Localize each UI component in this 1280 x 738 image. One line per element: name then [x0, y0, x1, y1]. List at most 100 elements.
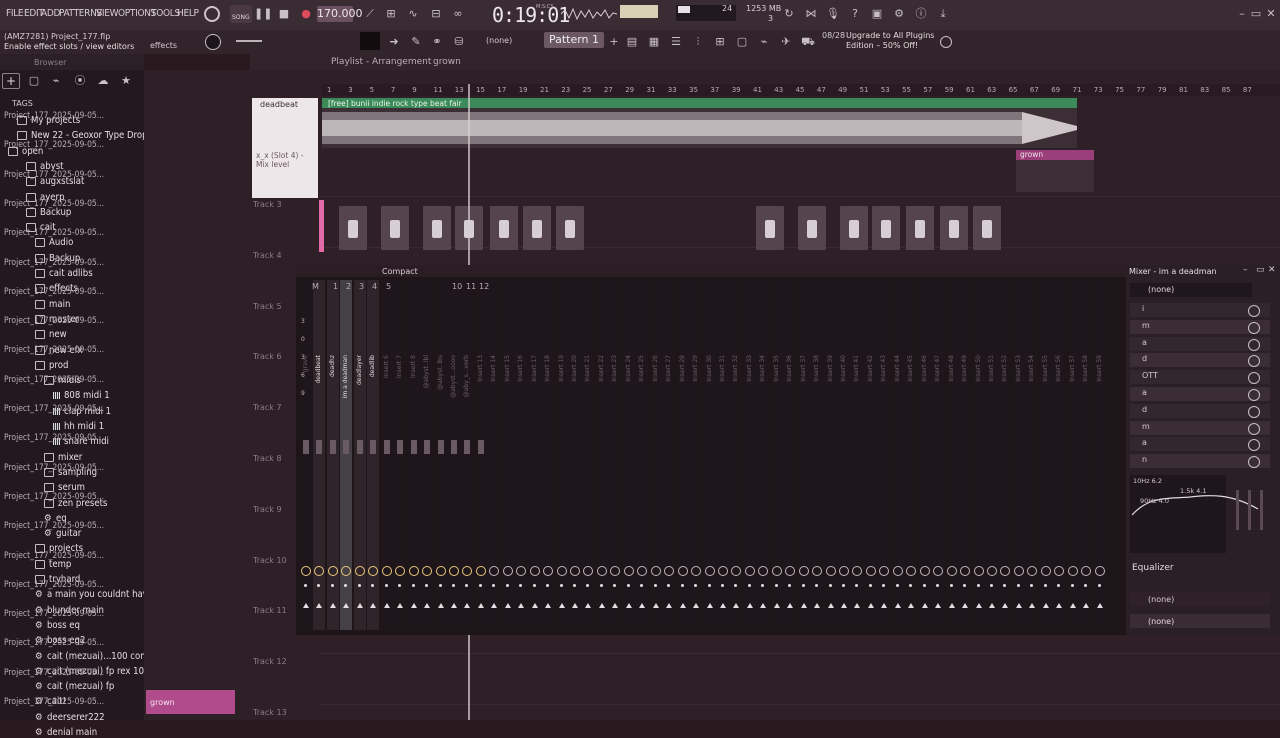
tree-item[interactable]: 808 midi 1 — [53, 390, 110, 401]
mixer-strip[interactable] — [636, 280, 649, 630]
track-label[interactable]: Track 6 — [253, 352, 282, 361]
mixer-strip[interactable] — [1066, 280, 1079, 630]
mixer-strip[interactable] — [743, 280, 756, 630]
pan-knob[interactable] — [381, 566, 392, 576]
pan-knob[interactable] — [435, 566, 446, 576]
news-icon[interactable] — [940, 36, 952, 48]
mixer-strip[interactable] — [609, 280, 622, 630]
route-arrow[interactable] — [935, 603, 942, 608]
main-volume-knob[interactable] — [205, 34, 221, 50]
pan-knob[interactable] — [556, 566, 567, 576]
send-dot[interactable] — [384, 584, 388, 587]
pan-knob[interactable] — [798, 566, 809, 576]
route-arrow[interactable] — [356, 603, 363, 608]
insert-fader[interactable] — [477, 440, 484, 454]
slot-mix-knob[interactable] — [1248, 321, 1260, 334]
mixer-strip[interactable] — [326, 280, 339, 630]
route-arrow[interactable] — [719, 603, 726, 608]
browser-plugins-icon[interactable]: ⌁ — [48, 73, 64, 89]
insert-fader[interactable] — [437, 440, 444, 454]
menu-help[interactable]: HELP — [177, 8, 199, 19]
send-dot[interactable] — [357, 584, 361, 587]
route-arrow[interactable] — [975, 603, 982, 608]
send-dot[interactable] — [949, 584, 953, 587]
route-arrow[interactable] — [572, 603, 578, 608]
mixer-strip[interactable] — [542, 280, 555, 630]
route-arrow[interactable] — [303, 603, 309, 608]
channel-select[interactable]: (none) — [486, 36, 512, 45]
route-arrow[interactable] — [625, 603, 632, 608]
tree-item[interactable]: hh midi 1 — [53, 421, 104, 432]
link-icon[interactable]: ⚭ — [429, 34, 445, 50]
send-dot[interactable] — [411, 584, 415, 587]
route-arrow[interactable] — [814, 603, 821, 608]
route-arrow[interactable] — [558, 603, 565, 608]
send-dot[interactable] — [842, 584, 845, 587]
mixer-strip[interactable] — [569, 280, 581, 630]
tree-item[interactable]: ⚙ denial main — [35, 727, 97, 738]
pencil-icon[interactable]: ✎ — [408, 34, 424, 50]
mixer-strip[interactable] — [864, 280, 877, 630]
track-label[interactable]: Track 9 — [253, 505, 282, 514]
insert-fader[interactable] — [464, 440, 471, 454]
mixer-strip[interactable] — [582, 280, 595, 630]
mixer-strip[interactable] — [488, 280, 501, 630]
main-pitch-slider[interactable] — [236, 40, 262, 42]
project-item[interactable]: Project_177_2025-09-05... — [4, 111, 104, 121]
info-icon[interactable]: ⓘ — [913, 6, 929, 22]
pan-knob[interactable] — [529, 566, 540, 576]
send-dot[interactable] — [532, 584, 536, 587]
mixer-strip[interactable] — [730, 280, 743, 630]
route-arrow[interactable] — [760, 603, 767, 608]
pan-knob[interactable] — [825, 566, 836, 576]
route-arrow[interactable] — [652, 603, 659, 608]
send-dot[interactable] — [1043, 584, 1047, 587]
send-dot[interactable] — [1016, 584, 1020, 587]
cart-icon[interactable]: ⛟ — [800, 34, 816, 50]
insert-fader[interactable] — [303, 440, 309, 454]
insert-fader[interactable] — [383, 440, 390, 454]
route-arrow[interactable] — [1083, 603, 1090, 608]
send-dot[interactable] — [747, 584, 751, 587]
tree-item[interactable]: prod — [35, 360, 68, 371]
send-dot[interactable] — [653, 584, 657, 587]
pan-knob[interactable] — [623, 566, 634, 576]
pan-knob[interactable] — [301, 566, 311, 576]
tree-item[interactable]: ⚙ deerserer222 — [35, 712, 105, 723]
mixer-strip[interactable] — [474, 280, 487, 630]
slot-mix-knob[interactable] — [1248, 389, 1260, 401]
route-arrow[interactable] — [787, 603, 794, 608]
maximize-icon[interactable]: ▭ — [1248, 6, 1264, 22]
route-arrow[interactable] — [450, 603, 457, 608]
project-item[interactable]: Project_177_2025-09-05... — [4, 375, 104, 385]
insert-fader[interactable] — [329, 440, 336, 454]
tree-item[interactable]: mixer — [44, 452, 82, 463]
pan-knob[interactable] — [1094, 566, 1105, 576]
mic-icon[interactable]: 🎙 — [825, 6, 841, 22]
route-arrow[interactable] — [666, 603, 673, 608]
browser-cloud-icon[interactable]: ☁ — [95, 73, 111, 89]
eq-slider-2[interactable] — [1248, 490, 1251, 530]
route-arrow[interactable] — [329, 603, 336, 608]
route-arrow[interactable] — [612, 603, 619, 608]
pan-knob[interactable] — [960, 566, 971, 576]
mixer-strip[interactable] — [407, 280, 420, 630]
send-dot[interactable] — [720, 584, 724, 587]
mixer-strip[interactable] — [622, 280, 635, 630]
mixer-strip[interactable] — [959, 280, 972, 630]
mixer-strip[interactable] — [757, 280, 770, 630]
project-item[interactable]: Project_177_2025-09-05... — [4, 551, 104, 561]
route-arrow[interactable] — [1069, 603, 1076, 608]
mixer-strip[interactable] — [501, 280, 514, 630]
send-dot[interactable] — [478, 584, 482, 587]
mixer-strip[interactable] — [663, 280, 676, 630]
slot-mix-knob[interactable] — [1248, 338, 1260, 351]
route-arrow[interactable] — [988, 603, 995, 608]
project-item[interactable]: Project_177_2025-09-05... — [4, 697, 104, 707]
route-arrow[interactable] — [867, 603, 874, 608]
project-item[interactable]: Project_177_2025-09-05... — [4, 316, 104, 326]
send-dot[interactable] — [330, 584, 334, 587]
mixer-strip[interactable] — [421, 280, 434, 630]
mixer-strip[interactable] — [461, 280, 474, 630]
download-icon[interactable]: ⤓ — [935, 6, 951, 22]
